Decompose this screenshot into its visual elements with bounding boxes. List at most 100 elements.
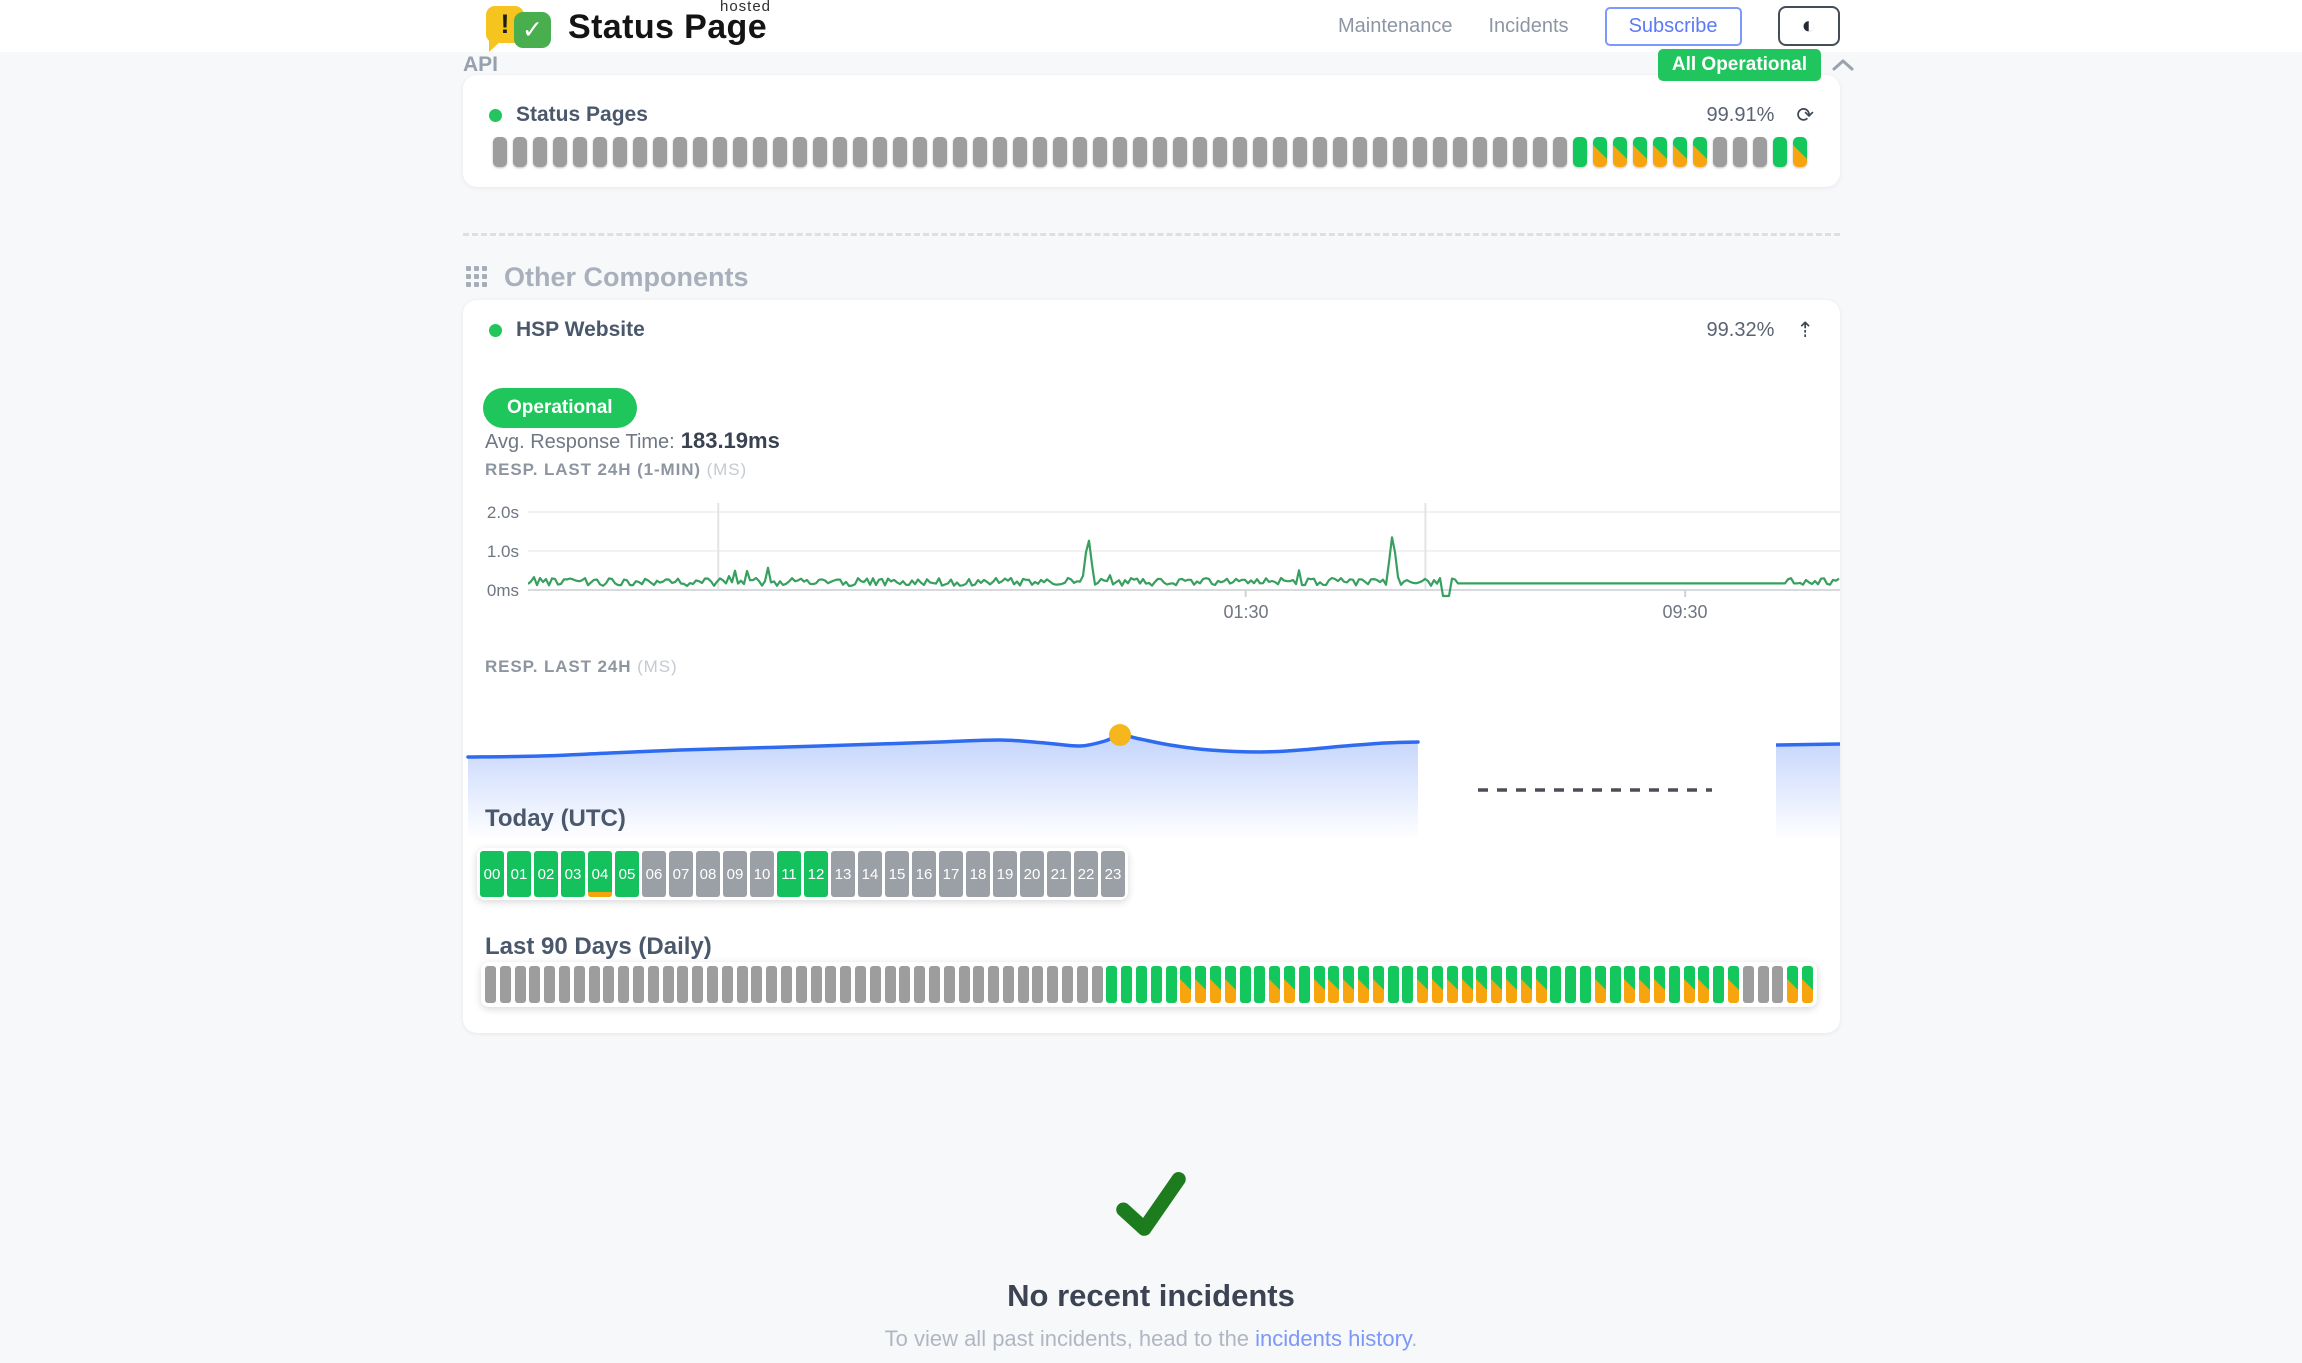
uptime-bar [933,137,947,167]
hour-block: 23 [1101,851,1125,897]
uptime-bar [1493,137,1507,167]
day-bar [589,966,600,1003]
day-bar [1432,966,1443,1003]
day-bar [1580,966,1591,1003]
day-bar [1018,966,1029,1003]
day-bar [1743,966,1754,1003]
hour-block: 12 [804,851,828,897]
day-bar [1669,966,1680,1003]
avg-response-row: Avg. Response Time:183.19ms [485,428,780,454]
day-bar [1062,966,1073,1003]
day-bar [1254,966,1265,1003]
hour-block: 15 [885,851,909,897]
uptime-bar [873,137,887,167]
y-tick-1s: 1.0s [467,542,519,562]
uptime-bar [1353,137,1367,167]
day-bar [1417,966,1428,1003]
refresh-icon[interactable]: ⟳ [1796,105,1814,126]
x-tick-0930: 09:30 [1662,602,1707,623]
day-bar [766,966,777,1003]
day-bar [692,966,703,1003]
uptime-bar [833,137,847,167]
other-components-header: Other Components [466,262,749,293]
day-bar [515,966,526,1003]
day-bar [500,966,511,1003]
uptime-bar [1373,137,1387,167]
chart2-unit: (MS) [637,657,677,676]
brand-logo: ! ✓ Status Page hosted [486,2,767,52]
today-title: Today (UTC) [485,805,626,833]
uptime-bar [893,137,907,167]
nav-incidents-link[interactable]: Incidents [1489,15,1569,38]
day-bar [959,966,970,1003]
uptime-bar [1053,137,1067,167]
hour-block: 11 [777,851,801,897]
day-bar [1106,966,1117,1003]
exclamation-glyph: ! [501,9,510,40]
day-bar [914,966,925,1003]
uptime-bar [1533,137,1547,167]
uptime-bar [1013,137,1027,167]
uptime-bars-strip [493,137,1807,167]
response-time-24h-chart [463,690,1840,850]
incidents-section: No recent incidents To view all past inc… [0,1162,2302,1352]
day-bar [1476,966,1487,1003]
day-bar [677,966,688,1003]
day-bar [1240,966,1251,1003]
theme-toggle-button[interactable]: ◐ [1778,6,1841,46]
day-bar [1077,966,1088,1003]
day-bar [1358,966,1369,1003]
uptime-bar [613,137,627,167]
chevron-up-icon[interactable] [1831,58,1855,72]
day-bar [1624,966,1635,1003]
subtitle-prefix: To view all past incidents, head to the [885,1326,1256,1351]
uptime-bar [1333,137,1347,167]
collapse-arrow-icon[interactable]: ⇡ [1796,320,1814,341]
uptime-bar [1513,137,1527,167]
day-bar [1314,966,1325,1003]
uptime-bar [1613,137,1627,167]
uptime-bar [1773,137,1787,167]
day-bar [870,966,881,1003]
operational-badge: Operational [483,388,637,428]
last90-bars-strip [481,962,1817,1007]
day-bar [1284,966,1295,1003]
all-operational-badge[interactable]: All Operational [1658,49,1821,81]
day-bar [633,966,644,1003]
day-bar [737,966,748,1003]
day-bar [1772,966,1783,1003]
day-bar [885,966,896,1003]
incidents-history-link[interactable]: incidents history [1255,1326,1411,1351]
hour-block: 17 [939,851,963,897]
hour-block: 06 [642,851,666,897]
day-bar [1447,966,1458,1003]
day-bar [1269,966,1280,1003]
day-bar [1654,966,1665,1003]
last90-title: Last 90 Days (Daily) [485,933,712,961]
day-bar [1491,966,1502,1003]
day-bar [1121,966,1132,1003]
nav-maintenance-link[interactable]: Maintenance [1338,15,1453,38]
day-bar [944,966,955,1003]
brand-hosted-tag: hosted [720,0,771,14]
day-bar [973,966,984,1003]
day-bar [1032,966,1043,1003]
subscribe-button[interactable]: Subscribe [1605,7,1742,46]
day-bar [1536,966,1547,1003]
day-bar [574,966,585,1003]
chart1-title-text: RESP. LAST 24H (1-MIN) [485,460,701,479]
day-bar [1610,966,1621,1003]
theme-icon: ◐ [1802,12,1817,39]
day-bar [1388,966,1399,1003]
day-bar [1713,966,1724,1003]
uptime-bar [813,137,827,167]
day-bar [618,966,629,1003]
uptime-bar [1573,137,1587,167]
hour-block: 10 [750,851,774,897]
logo-icon: ! ✓ [486,2,560,52]
hour-block: 22 [1074,851,1098,897]
hour-block: 13 [831,851,855,897]
uptime-bar [1793,137,1807,167]
brand-name: Status Page hosted [568,2,767,52]
day-bar [559,966,570,1003]
